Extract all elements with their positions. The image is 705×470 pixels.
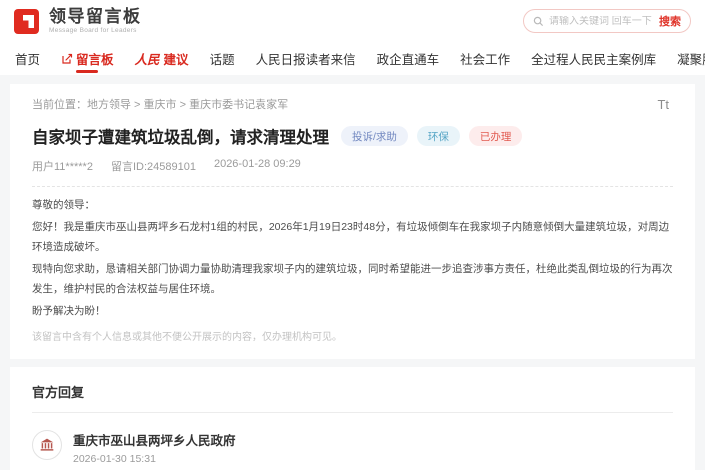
nav-item-serve-masses[interactable]: 凝聚服务群众 <box>677 42 705 75</box>
message-meta: 用户11*****2 留言ID:24589101 2026-01-28 09:2… <box>32 158 673 174</box>
message-title: 自家坝子遭建筑垃圾乱倒，请求清理处理 <box>32 124 329 148</box>
search-input[interactable] <box>549 16 659 27</box>
privacy-note: 该留言中含有个人信息或其他不便公开展示的内容，仅办理机构可见。 <box>32 328 673 343</box>
tag-complaint: 投诉/求助 <box>341 126 408 146</box>
search-box[interactable]: 搜索 <box>523 9 691 33</box>
top-header: 领导留言板 Message Board for Leaders 搜索 <box>0 0 705 42</box>
reply-date: 2026-01-30 15:31 <box>73 453 673 465</box>
nav-item-social-work[interactable]: 社会工作 <box>460 42 510 75</box>
tag-environment: 环保 <box>417 126 460 146</box>
compose-icon <box>61 53 73 65</box>
breadcrumb-label: 当前位置： <box>32 99 87 111</box>
government-avatar <box>32 430 62 460</box>
site-logo[interactable]: 领导留言板 Message Board for Leaders <box>14 8 142 35</box>
nav-item-message-board-label: 留言板 <box>76 49 114 68</box>
breadcrumb: 当前位置：地方领导 > 重庆市 > 重庆市委书记袁家军 <box>32 96 288 112</box>
nav-item-readers-letters[interactable]: 人民日报读者来信 <box>256 42 356 75</box>
breadcrumb-item-local-leaders[interactable]: 地方领导 <box>87 99 131 111</box>
message-paragraph: 您好！我是重庆市巫山县两坪乡石龙村1组的村民，2026年1月19日23时48分，… <box>32 218 673 257</box>
message-user: 用户11*****2 <box>32 158 93 174</box>
search-icon <box>533 16 544 27</box>
nav-brand-script: 人民 <box>135 49 160 68</box>
breadcrumb-separator: > <box>177 99 190 111</box>
reply-item: 重庆市巫山县两坪乡人民政府 2026-01-30 15:31 两坪乡人民政府关于… <box>32 430 673 470</box>
nav-item-home[interactable]: 首页 <box>15 42 40 75</box>
font-size-toggle[interactable]: Tt <box>653 96 673 113</box>
message-paragraph: 尊敬的领导： <box>32 196 673 215</box>
breadcrumb-separator: > <box>131 99 144 111</box>
message-id: 留言ID:24589101 <box>111 158 196 174</box>
message-body: 尊敬的领导： 您好！我是重庆市巫山县两坪乡石龙村1组的村民，2026年1月19日… <box>32 196 673 343</box>
reply-agency-name: 重庆市巫山县两坪乡人民政府 <box>73 430 673 449</box>
official-reply-card: 官方回复 重庆市巫山县两坪乡人民政府 2026-01-30 15:31 两坪乡人… <box>10 367 695 470</box>
search-button[interactable]: 搜索 <box>659 13 681 29</box>
nav-item-democracy-cases[interactable]: 全过程人民民主案例库 <box>531 42 656 75</box>
tag-status-processed: 已办理 <box>469 126 523 146</box>
divider <box>32 186 673 187</box>
nav-item-topics[interactable]: 话题 <box>210 42 235 75</box>
nav-item-message-board[interactable]: 留言板 <box>61 42 114 75</box>
nav-brand-rest: 建议 <box>164 49 189 68</box>
message-detail-card: 当前位置：地方领导 > 重庆市 > 重庆市委书记袁家军 Tt 自家坝子遭建筑垃圾… <box>10 84 695 359</box>
message-paragraph: 盼予解决为盼！ <box>32 302 673 321</box>
site-subtitle: Message Board for Leaders <box>49 27 142 34</box>
government-building-icon <box>39 437 55 453</box>
breadcrumb-item-chongqing[interactable]: 重庆市 <box>144 99 177 111</box>
site-logo-text: 领导留言板 Message Board for Leaders <box>49 8 142 35</box>
nav-item-gov-enterprise[interactable]: 政企直通车 <box>377 42 440 75</box>
message-tags: 投诉/求助 环保 已办理 <box>341 126 522 146</box>
message-date: 2026-01-28 09:29 <box>214 158 301 174</box>
site-title: 领导留言板 <box>49 8 142 27</box>
site-logo-icon <box>14 8 41 35</box>
page-content: 当前位置：地方领导 > 重庆市 > 重庆市委书记袁家军 Tt 自家坝子遭建筑垃圾… <box>0 75 705 470</box>
message-paragraph: 现特向您求助，恳请相关部门协调力量协助清理我家坝子内的建筑垃圾，同时希望能进一步… <box>32 260 673 299</box>
nav-item-peoples-suggestions[interactable]: 人民建议 <box>135 42 189 75</box>
breadcrumb-item-secretary[interactable]: 重庆市委书记袁家军 <box>189 99 288 111</box>
official-reply-heading: 官方回复 <box>32 382 673 413</box>
main-nav: 首页 留言板 人民建议 话题 人民日报读者来信 政企直通车 社会工作 全过程人民… <box>0 42 705 75</box>
